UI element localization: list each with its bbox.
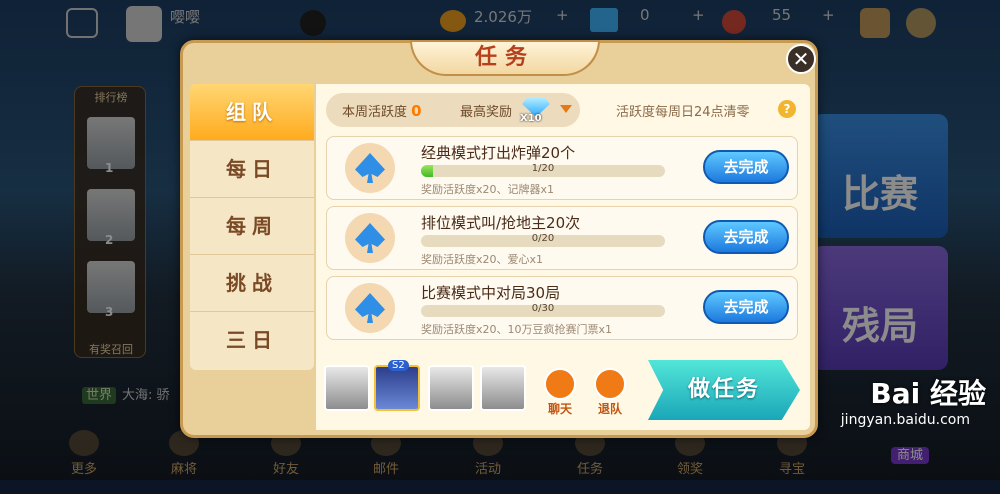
task-row: 排位模式叫/抢地主20次 0/20 奖励活跃度x20、爱心x1 去完成	[326, 206, 798, 270]
spade-icon	[345, 143, 395, 193]
chat-button-label[interactable]: 聊天	[540, 400, 580, 417]
tab-daily[interactable]: 每日	[190, 141, 314, 198]
team-member-avatar[interactable]	[480, 365, 526, 411]
tab-team[interactable]: 组队	[190, 84, 314, 141]
weekly-activity-value: 0	[411, 102, 422, 120]
spade-icon	[345, 283, 395, 333]
baidu-watermark: Bai 经验	[870, 377, 986, 410]
help-icon[interactable]: ?	[778, 100, 796, 118]
weekly-activity-label: 本周活跃度	[342, 105, 408, 120]
spade-icon	[345, 213, 395, 263]
do-task-button[interactable]: 做任务	[648, 360, 800, 420]
task-progress-text: 0/30	[531, 303, 555, 314]
weekly-activity: 本周活跃度 0	[342, 101, 422, 120]
task-progress-text: 0/20	[531, 233, 555, 244]
go-complete-button[interactable]: 去完成	[703, 220, 789, 254]
chevron-down-icon[interactable]	[560, 105, 572, 113]
leave-team-icon[interactable]	[594, 368, 626, 400]
go-complete-button[interactable]: 去完成	[703, 150, 789, 184]
reset-note: 活跃度每周日24点清零	[616, 105, 750, 120]
task-reward: 奖励活跃度x20、爱心x1	[421, 253, 544, 266]
task-row: 比赛模式中对局30局 0/30 奖励活跃度x20、10万豆疯抢赛门票x1 去完成	[326, 276, 798, 340]
task-title: 经典模式打出炸弹20个	[421, 144, 576, 162]
season-badge: S2	[388, 360, 409, 371]
leave-team-label[interactable]: 退队	[590, 400, 630, 417]
task-progress-text: 1/20	[531, 163, 555, 174]
tab-challenge[interactable]: 挑战	[190, 255, 314, 312]
modal-title: 任务	[410, 40, 600, 76]
max-reward-label: 最高奖励	[460, 105, 513, 120]
go-complete-button[interactable]: 去完成	[703, 290, 789, 324]
task-row: 经典模式打出炸弹20个 1/20 奖励活跃度x20、记牌器x1 去完成	[326, 136, 798, 200]
team-member-avatar[interactable]	[374, 365, 420, 411]
task-reward: 奖励活跃度x20、记牌器x1	[421, 183, 555, 196]
chat-icon[interactable]	[544, 368, 576, 400]
tab-weekly[interactable]: 每周	[190, 198, 314, 255]
tab-three-day[interactable]: 三日	[190, 312, 314, 369]
watermark-url: jingyan.baidu.com	[840, 412, 970, 428]
reward-multiplier: X10	[520, 113, 542, 124]
close-icon[interactable]: ✕	[786, 44, 816, 74]
task-reward: 奖励活跃度x20、10万豆疯抢赛门票x1	[421, 323, 613, 336]
task-title: 比赛模式中对局30局	[421, 284, 561, 302]
team-member-avatar[interactable]	[324, 365, 370, 411]
task-title: 排位模式叫/抢地主20次	[421, 214, 581, 232]
team-member-avatar[interactable]	[428, 365, 474, 411]
